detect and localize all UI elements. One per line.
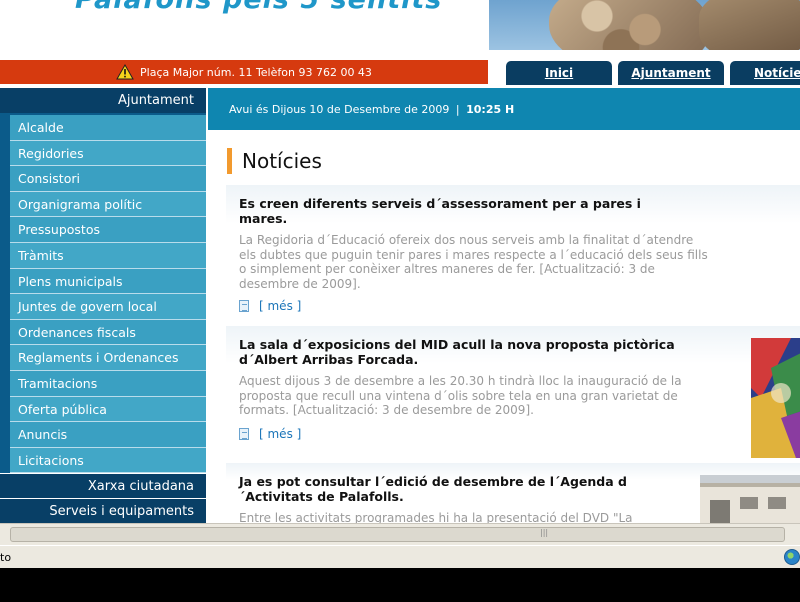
sidebar-item-pressupostos[interactable]: Pressupostos xyxy=(10,217,206,243)
news-title[interactable]: La sala d´exposicions del MID acull la n… xyxy=(239,337,679,367)
status-text: to xyxy=(0,551,12,564)
internet-zone-icon xyxy=(784,549,800,565)
address-text: Plaça Major núm. 11 Telèfon 93 762 00 43 xyxy=(140,65,372,79)
date-text: Avui és Dijous 10 de Desembre de 2009 xyxy=(229,103,450,116)
news-body: Entre les activitats programades hi ha l… xyxy=(239,511,633,523)
sidebar-item-tramits[interactable]: Tràmits xyxy=(10,242,206,269)
sidebar-menu: Alcalde Regidories Consistori Organigram… xyxy=(0,113,206,474)
news-body: Aquest dijous 3 de desembre a les 20.30 … xyxy=(239,374,682,417)
news-thumbnail[interactable] xyxy=(751,338,800,458)
sidebar-item-plens[interactable]: Plens municipals xyxy=(10,268,206,295)
time-text: 10:25 H xyxy=(466,103,515,116)
sidebar-section-xarxa[interactable]: Xarxa ciutadana xyxy=(0,473,206,499)
sidebar-item-ordenances-fiscals[interactable]: Ordenances fiscals xyxy=(10,319,206,346)
news-title[interactable]: Ja es pot consultar l´edició de desembre… xyxy=(239,474,679,504)
news-title[interactable]: Es creen diferents serveis d´assessorame… xyxy=(239,196,679,226)
page-title: Notícies xyxy=(227,148,322,174)
sidebar-item-consistori[interactable]: Consistori xyxy=(10,166,206,192)
news-body: La Regidoria d´Educació ofereix dos nous… xyxy=(239,233,708,291)
news-item: Ja es pot consultar l´edició de desembre… xyxy=(226,463,800,523)
nav-tab-noticies[interactable]: Notícies xyxy=(730,61,800,85)
nav-tab-ajuntament[interactable]: Ajuntament xyxy=(618,61,724,85)
sidebar-item-anuncis[interactable]: Anuncis xyxy=(10,422,206,448)
header-photo xyxy=(489,0,800,50)
document-icon xyxy=(239,428,249,440)
sidebar-section-serveis[interactable]: Serveis i equipaments xyxy=(0,498,206,524)
news-thumbnail[interactable] xyxy=(700,475,800,523)
warning-icon xyxy=(116,64,134,80)
news-item: La sala d´exposicions del MID acull la n… xyxy=(226,326,800,460)
sidebar-item-oferta-publica[interactable]: Oferta pública xyxy=(10,396,206,423)
horizontal-scrollbar[interactable]: ||| xyxy=(0,523,800,545)
scrollbar-thumb[interactable] xyxy=(10,527,785,542)
sidebar-item-regidories[interactable]: Regidories xyxy=(10,140,206,167)
sidebar-item-organigrama[interactable]: Organigrama polític xyxy=(10,191,206,218)
status-bar: to xyxy=(0,545,800,568)
date-separator: | xyxy=(455,103,460,116)
main-nav: Inici Ajuntament Notícies xyxy=(506,61,800,85)
nav-tab-inici[interactable]: Inici xyxy=(506,61,612,85)
sidebar-item-reglaments[interactable]: Reglaments i Ordenances xyxy=(10,345,206,371)
sidebar-item-juntes[interactable]: Juntes de govern local xyxy=(10,294,206,320)
sidebar-item-licitacions[interactable]: Licitacions xyxy=(10,447,206,474)
news-more-link[interactable]: [ més ] xyxy=(239,427,301,441)
news-item: Es creen diferents serveis d´assessorame… xyxy=(226,185,800,323)
document-icon xyxy=(239,300,249,312)
sidebar-item-tramitacions[interactable]: Tramitacions xyxy=(10,370,206,397)
news-more-link[interactable]: [ més ] xyxy=(239,299,301,313)
date-bar: Avui és Dijous 10 de Desembre de 2009 | … xyxy=(208,88,800,130)
browser-viewport: Palafolls pels 5 sentits Plaça Major núm… xyxy=(0,0,800,545)
sidebar-section-ajuntament[interactable]: Ajuntament xyxy=(0,88,206,113)
site-title: Palafolls pels 5 sentits xyxy=(75,0,442,15)
sidebar-item-alcalde[interactable]: Alcalde xyxy=(10,115,206,141)
address-bar: Plaça Major núm. 11 Telèfon 93 762 00 43 xyxy=(0,60,488,84)
more-label: [ més ] xyxy=(259,299,302,313)
scrollbar-grip-icon: ||| xyxy=(540,528,549,537)
sidebar: Ajuntament Alcalde Regidories Consistori… xyxy=(0,88,206,524)
more-label: [ més ] xyxy=(259,427,302,441)
